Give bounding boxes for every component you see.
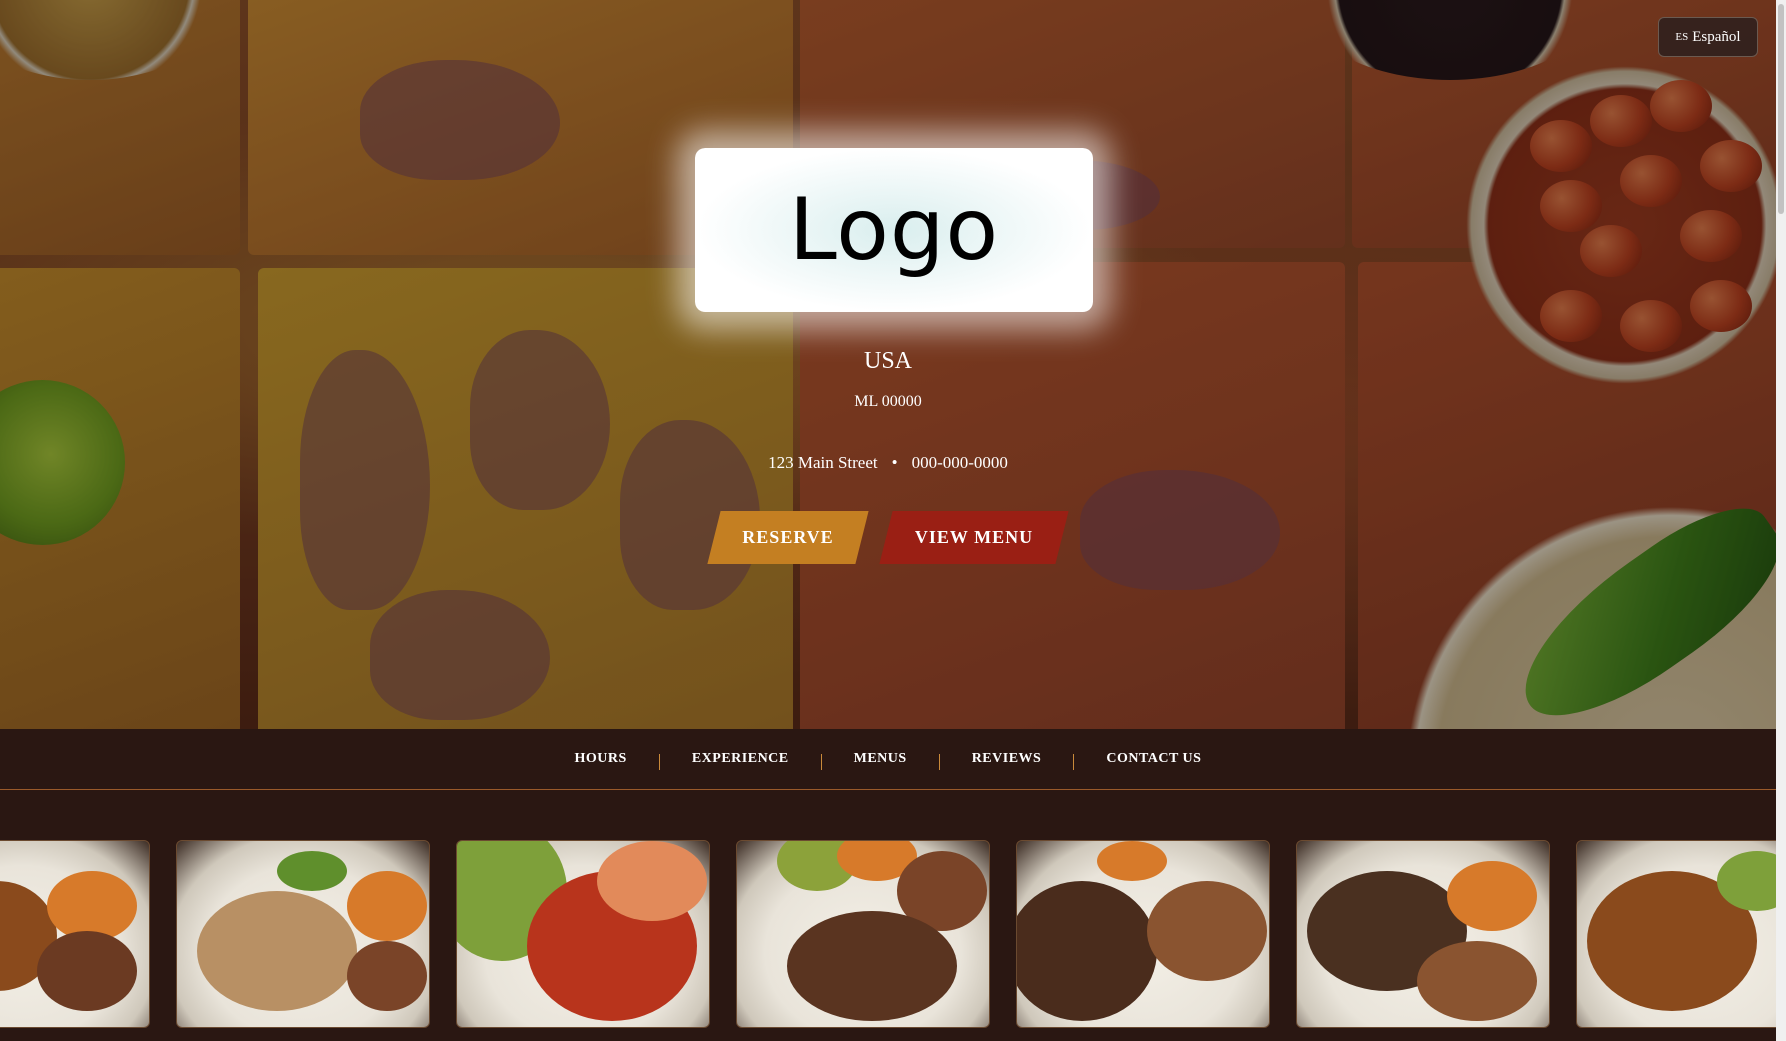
gallery-photo[interactable] [0, 840, 150, 1028]
phone-link[interactable]: 000-000-0000 [912, 453, 1008, 472]
gallery-photo[interactable] [1016, 840, 1270, 1028]
scrollbar-thumb[interactable] [1778, 4, 1784, 214]
nav-experience[interactable]: EXPERIENCE [660, 751, 821, 767]
language-label: Español [1692, 28, 1741, 45]
nav-contact-us[interactable]: CONTACT US [1074, 751, 1233, 767]
zip-text: ML 00000 [854, 393, 922, 410]
gallery-photo[interactable] [1576, 840, 1776, 1028]
nav-menus[interactable]: MENUS [822, 751, 939, 767]
separator-dot: • [891, 453, 898, 472]
main-nav: HOURS EXPERIENCE MENUS REVIEWS CONTACT U… [0, 729, 1776, 790]
reserve-button[interactable]: RESERVE [707, 511, 869, 564]
language-toggle-button[interactable]: ES Español [1658, 17, 1758, 57]
logo[interactable]: Logo [695, 148, 1093, 312]
language-code: ES [1675, 31, 1689, 43]
address-phone-line: 123 Main Street • 000-000-0000 [0, 453, 1776, 473]
nav-reviews[interactable]: REVIEWS [940, 751, 1074, 767]
gallery-photo[interactable] [736, 840, 990, 1028]
nav-hours[interactable]: HOURS [543, 751, 659, 767]
logo-text: Logo [788, 180, 1000, 280]
reserve-label: RESERVE [742, 527, 834, 547]
view-menu-button[interactable]: VIEW MENU [879, 511, 1069, 564]
gallery-photo[interactable] [1296, 840, 1550, 1028]
country-text: USA [863, 348, 912, 374]
view-menu-label: VIEW MENU [914, 527, 1034, 547]
gallery-photo[interactable] [456, 840, 710, 1028]
address-text: 123 Main Street [768, 453, 878, 472]
food-gallery [0, 840, 1776, 1030]
gallery-photo[interactable] [176, 840, 430, 1028]
